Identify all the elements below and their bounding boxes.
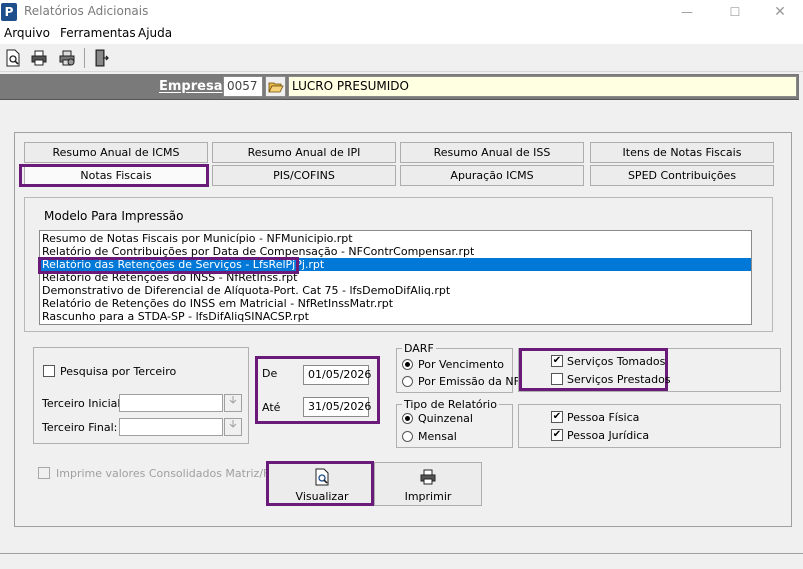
tab-pis-cofins[interactable]: PIS/COFINS xyxy=(212,165,396,186)
darf-por-vencimento-radio[interactable] xyxy=(402,359,413,370)
preview-button[interactable] xyxy=(2,48,24,68)
empresa-name-field: LUCRO PRESUMIDO xyxy=(288,76,797,97)
highlight-visualizar xyxy=(266,461,374,506)
tab-resumo-iss[interactable]: Resumo Anual de ISS xyxy=(400,142,584,163)
list-item[interactable]: Relatório de Retenções do INSS em Matric… xyxy=(40,297,751,310)
list-item[interactable]: Demonstrativo de Diferencial de Alíquota… xyxy=(40,284,751,297)
mensal-label: Mensal xyxy=(418,430,457,443)
consolidados-checkbox[interactable] xyxy=(38,467,50,479)
print-setup-button[interactable] xyxy=(56,48,78,68)
quinzenal-radio[interactable] xyxy=(402,413,413,424)
pessoa-juridica-checkbox[interactable] xyxy=(551,429,563,441)
quinzenal-label: Quinzenal xyxy=(418,412,473,425)
de-label: De xyxy=(262,367,278,380)
status-divider xyxy=(0,553,803,554)
data-inicial-field[interactable]: 01/05/2026 xyxy=(303,365,371,385)
darf-por-emissao-label: Por Emissão da NF xyxy=(418,375,520,388)
list-item[interactable]: Resumo de Notas Fiscais por Município - … xyxy=(40,232,751,245)
print-button[interactable] xyxy=(28,48,50,68)
pessoa-juridica-label: Pessoa Jurídica xyxy=(567,429,650,442)
terceiro-inicial-dropdown-button[interactable] xyxy=(224,394,242,412)
darf-por-vencimento-label: Por Vencimento xyxy=(418,358,505,371)
darf-title: DARF xyxy=(402,342,436,355)
terceiro-final-dropdown-button[interactable] xyxy=(224,418,242,436)
terceiro-final-input[interactable] xyxy=(119,418,223,436)
open-folder-icon xyxy=(267,82,284,92)
terceiro-final-label: Terceiro Final: xyxy=(42,421,118,434)
ate-label: Até xyxy=(262,401,281,414)
tab-itens-notas-fiscais[interactable]: Itens de Notas Fiscais xyxy=(590,142,774,163)
servicos-tomados-checkbox[interactable] xyxy=(551,355,563,367)
modelo-title: Modelo Para Impressão xyxy=(44,209,184,223)
print-icon xyxy=(31,50,47,66)
darf-por-emissao-radio[interactable] xyxy=(402,376,413,387)
imprimir-label: Imprimir xyxy=(404,490,452,503)
tipo-relatorio-title: Tipo de Relatório xyxy=(402,398,499,411)
terceiro-inicial-input[interactable] xyxy=(119,394,223,412)
servicos-tomados-label: Serviços Tomados xyxy=(567,355,666,368)
menu-arquivo[interactable]: Arquivo xyxy=(4,26,50,40)
down-arrow-icon xyxy=(229,396,237,404)
highlight-notas-fiscais xyxy=(19,164,209,187)
servicos-prestados-label: Serviços Prestados xyxy=(567,373,671,386)
menu-ferramentas[interactable]: Ferramentas xyxy=(60,26,136,40)
highlight-selected-report xyxy=(38,257,299,274)
empresa-bar: Empresa 0057 LUCRO PRESUMIDO xyxy=(0,74,799,100)
servicos-prestados-checkbox[interactable] xyxy=(551,373,563,385)
exit-door-icon xyxy=(95,49,109,67)
pesquisa-terceiro-checkbox[interactable] xyxy=(43,365,55,377)
print-icon xyxy=(420,469,436,485)
pessoa-fisica-label: Pessoa Física xyxy=(567,411,640,424)
tab-resumo-ipi[interactable]: Resumo Anual de IPI xyxy=(212,142,396,163)
exit-button[interactable] xyxy=(90,48,112,68)
minimize-button[interactable]: — xyxy=(664,0,710,24)
terceiro-inicial-label: Terceiro Inicial: xyxy=(42,397,125,410)
toolbar-separator xyxy=(84,48,85,68)
data-final-field[interactable]: 31/05/2026 xyxy=(303,397,371,417)
close-button[interactable]: ✕ xyxy=(757,0,803,24)
empresa-label: Empresa xyxy=(159,79,223,94)
mensal-radio[interactable] xyxy=(402,431,413,442)
pesquisa-terceiro-label: Pesquisa por Terceiro xyxy=(60,365,177,378)
list-item[interactable]: Rascunho para a STDA-SP - lfsDifAliqSINA… xyxy=(40,310,751,323)
empresa-code-field[interactable]: 0057 xyxy=(223,76,263,97)
print-setup-icon xyxy=(59,50,75,66)
maximize-button[interactable]: ☐ xyxy=(712,0,758,24)
empresa-search-button[interactable] xyxy=(265,76,286,97)
modelo-list[interactable]: Resumo de Notas Fiscais por Município - … xyxy=(39,230,752,325)
down-arrow-icon xyxy=(229,420,237,428)
menu-ajuda[interactable]: Ajuda xyxy=(138,26,172,40)
imprimir-button[interactable]: Imprimir xyxy=(374,462,482,506)
tab-sped-contribuicoes[interactable]: SPED Contribuições xyxy=(590,165,774,186)
app-icon: P xyxy=(1,3,17,21)
menu-bar: Arquivo Ferramentas Ajuda xyxy=(0,24,803,44)
preview-icon xyxy=(6,49,20,67)
window-title: Relatórios Adicionais xyxy=(24,4,149,18)
tab-resumo-icms[interactable]: Resumo Anual de ICMS xyxy=(24,142,208,163)
toolbar xyxy=(0,44,803,72)
title-bar: P Relatórios Adicionais — ☐ ✕ xyxy=(0,0,803,24)
pessoa-fisica-checkbox[interactable] xyxy=(551,411,563,423)
consolidados-label: Imprime valores Consolidados Matriz/Fili… xyxy=(56,467,288,480)
tab-apuracao-icms[interactable]: Apuração ICMS xyxy=(400,165,584,186)
